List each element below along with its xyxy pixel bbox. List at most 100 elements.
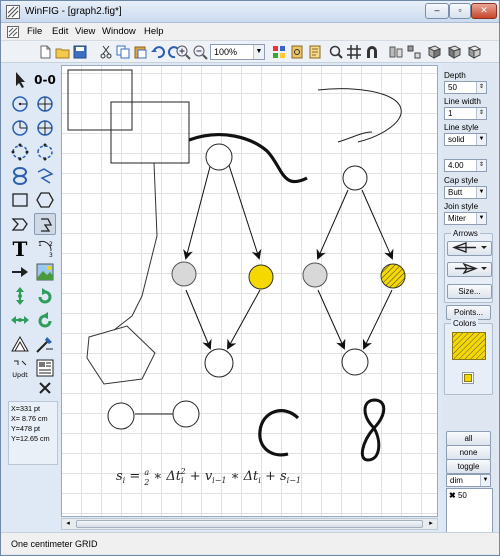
line-style-select[interactable]: solid ▼ [444, 133, 487, 146]
rotate-right-icon[interactable] [34, 309, 56, 331]
polygon-shape[interactable] [86, 325, 156, 385]
graph-node-gray[interactable] [171, 261, 197, 287]
layer-list[interactable]: ✖ 50 [446, 488, 493, 538]
edge-arrow[interactable] [185, 289, 212, 350]
menu-window[interactable]: Window [102, 26, 136, 37]
formula-text[interactable]: si = a2 ∗ Δti2 + vi−1 ∗ Δti + si−1 [116, 467, 301, 487]
graph-node[interactable] [342, 165, 368, 191]
horizontal-scrollbar[interactable]: ◂ ▸ [61, 518, 438, 530]
curve-open-icon[interactable] [34, 165, 56, 187]
zoom-out-icon[interactable] [192, 44, 208, 60]
new-file-icon[interactable] [37, 44, 53, 60]
thick-arc-shape[interactable] [258, 409, 300, 457]
graph-node[interactable] [204, 348, 234, 378]
flip-horizontal-icon[interactable] [9, 309, 31, 331]
fill-color-swatch[interactable] [452, 332, 486, 360]
scroll-right-icon[interactable]: ▸ [425, 519, 437, 529]
graph-node[interactable] [107, 402, 135, 430]
move-point-icon[interactable] [9, 285, 31, 307]
menu-edit[interactable]: Edit [52, 26, 68, 37]
menu-view[interactable]: View [75, 26, 95, 37]
rotate-cw-icon[interactable] [426, 44, 442, 60]
edge-arrow[interactable] [227, 289, 261, 350]
edge-arrow[interactable] [362, 289, 393, 350]
graph-node[interactable] [172, 400, 200, 428]
scale-icon[interactable] [9, 333, 31, 355]
edge-arrow[interactable] [316, 189, 349, 260]
layers-none-button[interactable]: none [446, 445, 491, 460]
spline-open-icon[interactable] [34, 141, 56, 163]
graph-node-yellow[interactable] [248, 264, 274, 290]
spinner-icon[interactable]: ⇕ [476, 82, 486, 93]
scroll-left-icon[interactable]: ◂ [62, 519, 74, 529]
copy-icon[interactable] [115, 44, 131, 60]
flip-icon[interactable] [466, 44, 482, 60]
circle-diameter-icon[interactable] [34, 93, 56, 115]
arc-icon[interactable]: 12 3 [34, 237, 56, 259]
polygon-icon[interactable] [34, 189, 56, 211]
delete-icon[interactable] [34, 377, 56, 399]
cut-icon[interactable] [98, 44, 114, 60]
line-width-spinner[interactable]: 1 ⇕ [444, 107, 487, 120]
freehand-curve-shape[interactable] [337, 131, 373, 143]
zoom-in-icon[interactable] [175, 44, 191, 60]
polyline-shape[interactable] [113, 162, 158, 331]
grid-color-icon[interactable] [271, 44, 287, 60]
scroll-thumb[interactable] [76, 520, 423, 528]
dash-length-spinner[interactable]: 4.00 ⇕ [444, 159, 487, 172]
arrow-line-icon[interactable] [9, 261, 31, 283]
figure-eight-shape[interactable] [360, 398, 386, 462]
open-folder-icon[interactable] [55, 44, 71, 60]
checkmark-icon[interactable]: ✖ [449, 491, 456, 500]
graph-node-hatched[interactable] [380, 263, 406, 289]
ellipse-radius-icon[interactable] [9, 117, 31, 139]
arrow-size-button[interactable]: Size... [447, 284, 492, 299]
edge-arrow[interactable] [183, 158, 213, 260]
paste-icon[interactable] [132, 44, 148, 60]
rectangle-icon[interactable] [9, 189, 31, 211]
join-style-select[interactable]: Miter ▼ [444, 212, 487, 225]
align-icon[interactable] [388, 44, 404, 60]
arrow-start-select[interactable] [447, 241, 492, 256]
ellipse-diameter-icon[interactable] [34, 117, 56, 139]
spinner-icon[interactable]: ⇕ [476, 160, 486, 171]
points-button[interactable]: Points... [446, 305, 491, 320]
menu-file[interactable]: File [27, 26, 42, 37]
spinner-icon[interactable]: ⇕ [476, 108, 486, 119]
minimize-button[interactable]: – [425, 3, 449, 19]
magnet-icon[interactable] [364, 44, 380, 60]
document-icon[interactable] [7, 26, 19, 38]
picture-icon[interactable] [34, 261, 56, 283]
layers-all-button[interactable]: all [446, 431, 491, 446]
grid-icon[interactable] [346, 44, 362, 60]
update-icon[interactable]: Updt [9, 357, 31, 379]
graph-node[interactable] [205, 143, 233, 171]
menu-help[interactable]: Help [144, 26, 164, 37]
graph-node[interactable] [341, 348, 369, 376]
interp-spline-closed-icon[interactable] [9, 213, 31, 235]
text-icon[interactable]: T [9, 237, 31, 261]
rotate-icon[interactable] [34, 285, 56, 307]
interp-spline-open-icon[interactable] [34, 213, 56, 235]
drawing-canvas[interactable]: si = a2 ∗ Δti2 + vi−1 ∗ Δti + si−1 [61, 65, 438, 517]
edit-object-icon[interactable] [34, 333, 56, 355]
layer-mode-select[interactable]: dim ▼ [446, 474, 491, 487]
cap-style-select[interactable]: Butt ▼ [444, 186, 487, 199]
library-icon[interactable] [289, 44, 305, 60]
edge-arrow[interactable] [226, 158, 262, 260]
pen-color-swatch[interactable] [462, 372, 474, 384]
curve-closed-icon[interactable] [9, 165, 31, 187]
library-book-icon[interactable] [307, 44, 323, 60]
undo-icon[interactable] [150, 44, 166, 60]
search-icon[interactable] [328, 44, 344, 60]
save-icon[interactable] [72, 44, 88, 60]
distribute-icon[interactable] [406, 44, 422, 60]
rectangle-shape[interactable] [67, 69, 133, 131]
arrow-end-select[interactable] [447, 262, 492, 277]
zoom-select[interactable]: 100% ▼ [210, 44, 265, 60]
rotate-ccw-icon[interactable] [446, 44, 462, 60]
graph-node-gray[interactable] [302, 262, 328, 288]
circle-radius-icon[interactable] [9, 93, 31, 115]
maximize-button[interactable]: ▫ [449, 3, 471, 19]
edge-arrow[interactable] [361, 189, 394, 260]
